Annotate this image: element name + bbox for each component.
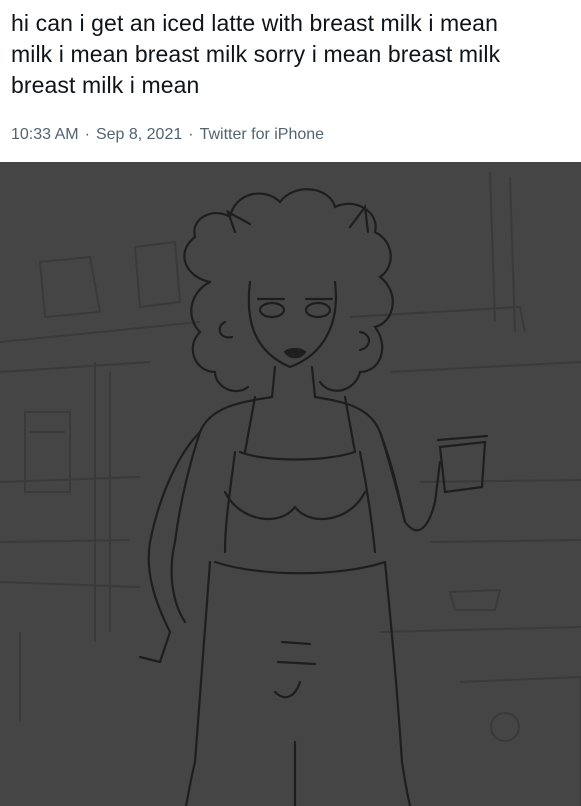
tweet-text: hi can i get an iced latte with breast m… (11, 8, 577, 101)
tweet-text-line-3: breast milk i mean (11, 72, 200, 98)
tweet-media-image[interactable] (0, 162, 581, 806)
tweet-text-line-2: milk i mean breast milk sorry i mean bre… (11, 41, 501, 67)
tweet-date[interactable]: Sep 8, 2021 (96, 126, 182, 144)
tweet-time[interactable]: 10:33 AM (11, 126, 79, 144)
tweet-text-line-1: hi can i get an iced latte with breast m… (11, 10, 498, 36)
sketch-illustration (0, 162, 581, 806)
tweet-metadata: 10:33 AM · Sep 8, 2021 · Twitter for iPh… (11, 124, 324, 146)
tweet-source[interactable]: Twitter for iPhone (200, 126, 325, 144)
metadata-separator: · (188, 126, 194, 143)
metadata-separator: · (84, 126, 90, 143)
